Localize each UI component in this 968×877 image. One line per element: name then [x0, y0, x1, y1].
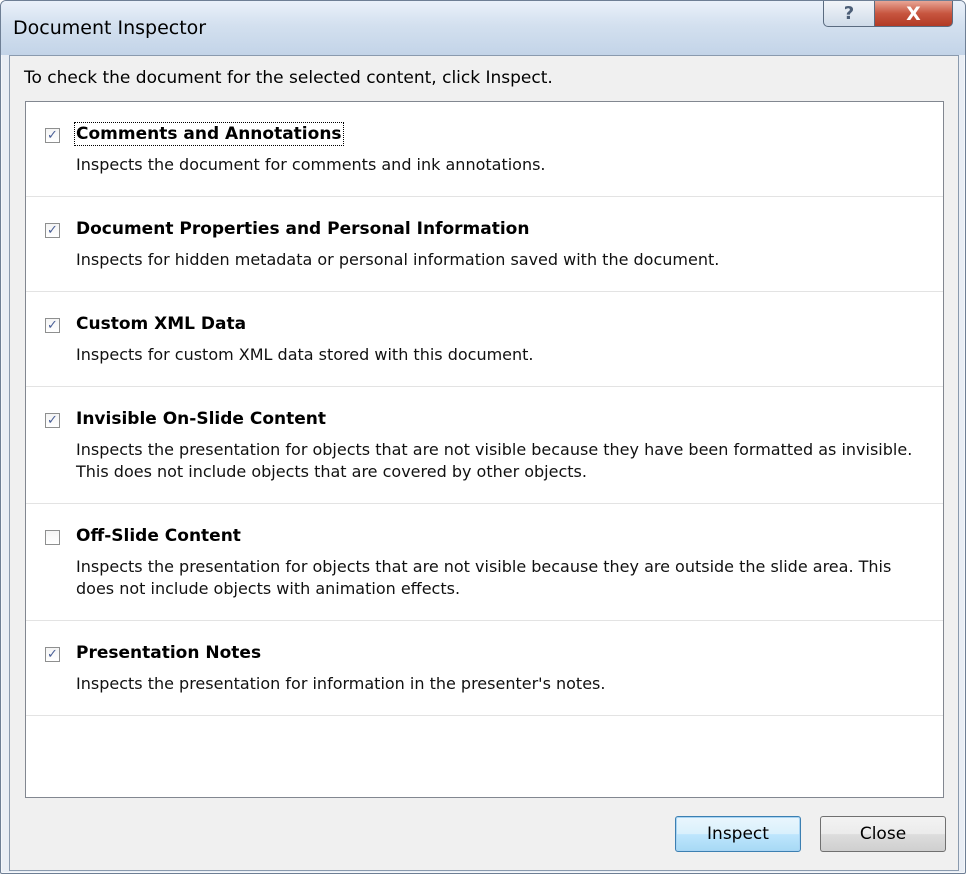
option-title[interactable]: Comments and Annotations	[74, 122, 344, 146]
instruction-text: To check the document for the selected c…	[24, 68, 553, 88]
checkbox-custom-xml-data[interactable]: ✓	[45, 318, 60, 333]
option-invisible-on-slide-content: ✓ Invisible On-Slide Content Inspects th…	[26, 387, 943, 504]
option-description: Inspects the document for comments and i…	[76, 155, 546, 174]
option-title[interactable]: Off-Slide Content	[76, 526, 241, 546]
close-icon: X	[906, 2, 921, 25]
option-description: Inspects the presentation for informatio…	[76, 674, 606, 693]
option-title[interactable]: Custom XML Data	[76, 314, 246, 334]
checkbox-comments-annotations[interactable]: ✓	[45, 128, 60, 143]
checkbox-document-properties[interactable]: ✓	[45, 223, 60, 238]
document-inspector-window: Document Inspector ? X To check the docu…	[0, 0, 966, 874]
help-icon: ?	[843, 3, 855, 24]
window-close-button[interactable]: X	[875, 1, 953, 27]
option-title[interactable]: Document Properties and Personal Informa…	[76, 219, 529, 239]
option-custom-xml-data: ✓ Custom XML Data Inspects for custom XM…	[26, 292, 943, 387]
option-description: Inspects the presentation for objects th…	[76, 557, 892, 598]
option-document-properties: ✓ Document Properties and Personal Infor…	[26, 197, 943, 292]
inspection-options-list: ✓ Comments and Annotations Inspects the …	[25, 101, 944, 798]
option-off-slide-content: Off-Slide Content Inspects the presentat…	[26, 504, 943, 621]
help-button[interactable]: ?	[823, 1, 875, 27]
option-description: Inspects the presentation for objects th…	[76, 440, 913, 481]
title-bar[interactable]: Document Inspector ? X	[1, 1, 965, 55]
option-title[interactable]: Presentation Notes	[76, 643, 261, 663]
option-presentation-notes: ✓ Presentation Notes Inspects the presen…	[26, 621, 943, 716]
checkbox-invisible-on-slide-content[interactable]: ✓	[45, 413, 60, 428]
option-description: Inspects for custom XML data stored with…	[76, 345, 534, 364]
option-comments-annotations: ✓ Comments and Annotations Inspects the …	[26, 102, 943, 197]
checkbox-presentation-notes[interactable]: ✓	[45, 647, 60, 662]
window-title: Document Inspector	[13, 17, 207, 39]
checkbox-off-slide-content[interactable]	[45, 530, 60, 545]
option-description: Inspects for hidden metadata or personal…	[76, 250, 720, 269]
close-button[interactable]: Close	[820, 816, 946, 852]
inspect-button[interactable]: Inspect	[675, 816, 801, 852]
dialog-body: To check the document for the selected c…	[9, 55, 959, 871]
option-title[interactable]: Invisible On-Slide Content	[76, 409, 326, 429]
title-bar-buttons: ? X	[823, 1, 953, 27]
